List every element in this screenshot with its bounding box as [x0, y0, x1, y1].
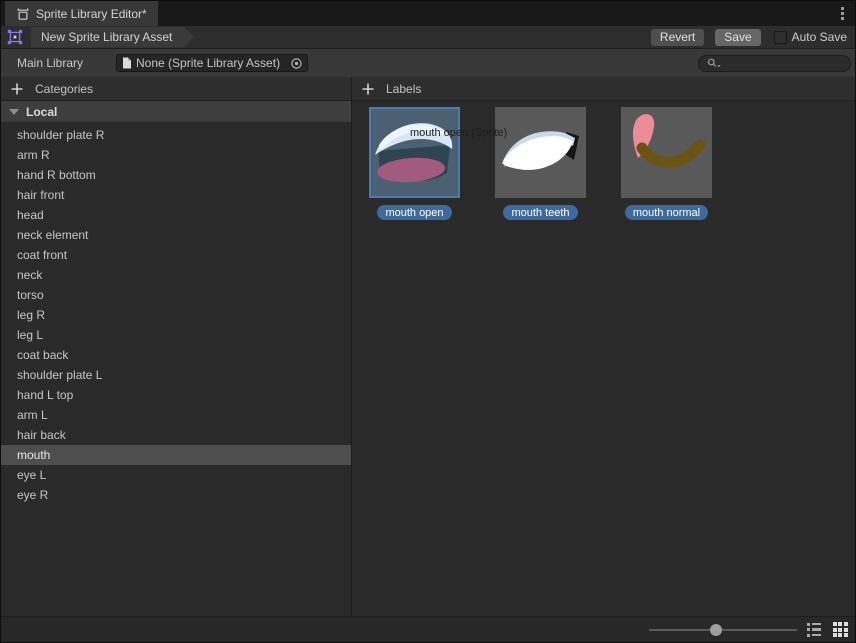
- category-item[interactable]: arm R: [1, 145, 351, 165]
- category-items: shoulder plate R arm R hand R bottom hai…: [1, 122, 351, 505]
- category-item[interactable]: neck: [1, 265, 351, 285]
- save-button[interactable]: Save: [715, 28, 761, 46]
- list-view-icon[interactable]: [805, 621, 823, 639]
- labels-panel: Labels mouth open (Sprite) mouth open mo…: [352, 77, 855, 616]
- labels-title: Labels: [386, 81, 422, 96]
- labels-header: Labels: [352, 77, 855, 101]
- label-name-badge[interactable]: mouth open: [377, 205, 452, 220]
- category-item[interactable]: coat front: [1, 245, 351, 265]
- asset-file-icon: [123, 57, 131, 69]
- object-field-value: None (Sprite Library Asset): [136, 56, 281, 70]
- categories-header: Categories: [1, 77, 351, 101]
- local-foldout[interactable]: Local: [1, 101, 351, 122]
- sprite-thumbnail-mouth-normal[interactable]: [621, 107, 712, 198]
- auto-save-checkbox[interactable]: [773, 30, 787, 44]
- categories-title: Categories: [35, 81, 94, 96]
- toolbar: New Sprite Library Asset Revert Save Aut…: [1, 26, 855, 49]
- add-label-button[interactable]: [360, 81, 376, 97]
- zoom-slider[interactable]: [649, 623, 797, 637]
- category-item[interactable]: hand L top: [1, 385, 351, 405]
- label-name-badge[interactable]: mouth normal: [624, 205, 709, 220]
- mouth-teeth-sprite: [502, 131, 579, 171]
- category-item[interactable]: shoulder plate R: [1, 125, 351, 145]
- sprite-library-asset-icon: [7, 29, 23, 45]
- main-library-row: Main Library None (Sprite Library Asset): [1, 49, 855, 77]
- auto-save-label: Auto Save: [791, 30, 847, 44]
- category-item[interactable]: hand R bottom: [1, 165, 351, 185]
- zoom-slider-track: [649, 628, 797, 631]
- tab-sprite-library-editor[interactable]: Sprite Library Editor*: [5, 1, 158, 26]
- plus-icon: [362, 83, 374, 94]
- labels-grid: mouth open (Sprite) mouth open mouth tee…: [352, 101, 855, 616]
- local-group-label: Local: [26, 104, 58, 119]
- mouth-normal-sprite: [632, 114, 706, 168]
- label-name-badge[interactable]: mouth teeth: [503, 205, 578, 220]
- category-item[interactable]: neck element: [1, 225, 351, 245]
- zoom-slider-handle[interactable]: [709, 623, 722, 636]
- label-item: mouth teeth: [495, 107, 586, 220]
- categories-list: Local shoulder plate R arm R hand R bott…: [1, 101, 351, 616]
- kebab-menu-icon[interactable]: [837, 5, 847, 22]
- breadcrumb[interactable]: New Sprite Library Asset: [31, 27, 194, 48]
- category-item[interactable]: eye L: [1, 465, 351, 485]
- tab-strip: Sprite Library Editor*: [1, 1, 855, 26]
- revert-button[interactable]: Revert: [650, 28, 705, 46]
- sprite-thumbnail-mouth-teeth[interactable]: [495, 107, 586, 198]
- search-icon: [707, 58, 721, 67]
- search-input[interactable]: [698, 54, 851, 72]
- add-category-button[interactable]: [9, 81, 25, 97]
- main-library-label: Main Library: [17, 56, 84, 70]
- categories-panel: Categories Local shoulder plate R arm R …: [1, 77, 352, 616]
- mouth-open-sprite: [375, 123, 453, 183]
- main-library-object-field[interactable]: None (Sprite Library Asset): [116, 54, 308, 72]
- category-item[interactable]: head: [1, 205, 351, 225]
- sprite-thumbnail-mouth-open[interactable]: [369, 107, 460, 198]
- grid-view-icon[interactable]: [831, 621, 849, 639]
- label-thumbnails: mouth open mouth teeth mouth normal: [352, 101, 855, 220]
- category-item[interactable]: arm L: [1, 405, 351, 425]
- category-item[interactable]: eye R: [1, 485, 351, 505]
- foldout-triangle-icon: [9, 108, 19, 115]
- sprite-library-editor-icon: [17, 8, 29, 20]
- category-item[interactable]: torso: [1, 285, 351, 305]
- tab-title: Sprite Library Editor*: [36, 6, 147, 21]
- breadcrumb-label: New Sprite Library Asset: [41, 30, 173, 44]
- category-item[interactable]: hair front: [1, 185, 351, 205]
- footer-bar: [1, 616, 855, 642]
- label-item: mouth open: [369, 107, 460, 220]
- editor-body: Categories Local shoulder plate R arm R …: [1, 77, 855, 616]
- category-item[interactable]: shoulder plate L: [1, 365, 351, 385]
- category-item[interactable]: leg R: [1, 305, 351, 325]
- sprite-library-editor-window: Sprite Library Editor* New Sprite Librar…: [0, 0, 856, 643]
- object-picker-icon[interactable]: [290, 57, 303, 70]
- category-item[interactable]: leg L: [1, 325, 351, 345]
- category-item[interactable]: coat back: [1, 345, 351, 365]
- category-item[interactable]: hair back: [1, 425, 351, 445]
- label-item: mouth normal: [621, 107, 712, 220]
- category-item-selected[interactable]: mouth: [1, 445, 351, 465]
- plus-icon: [11, 83, 23, 94]
